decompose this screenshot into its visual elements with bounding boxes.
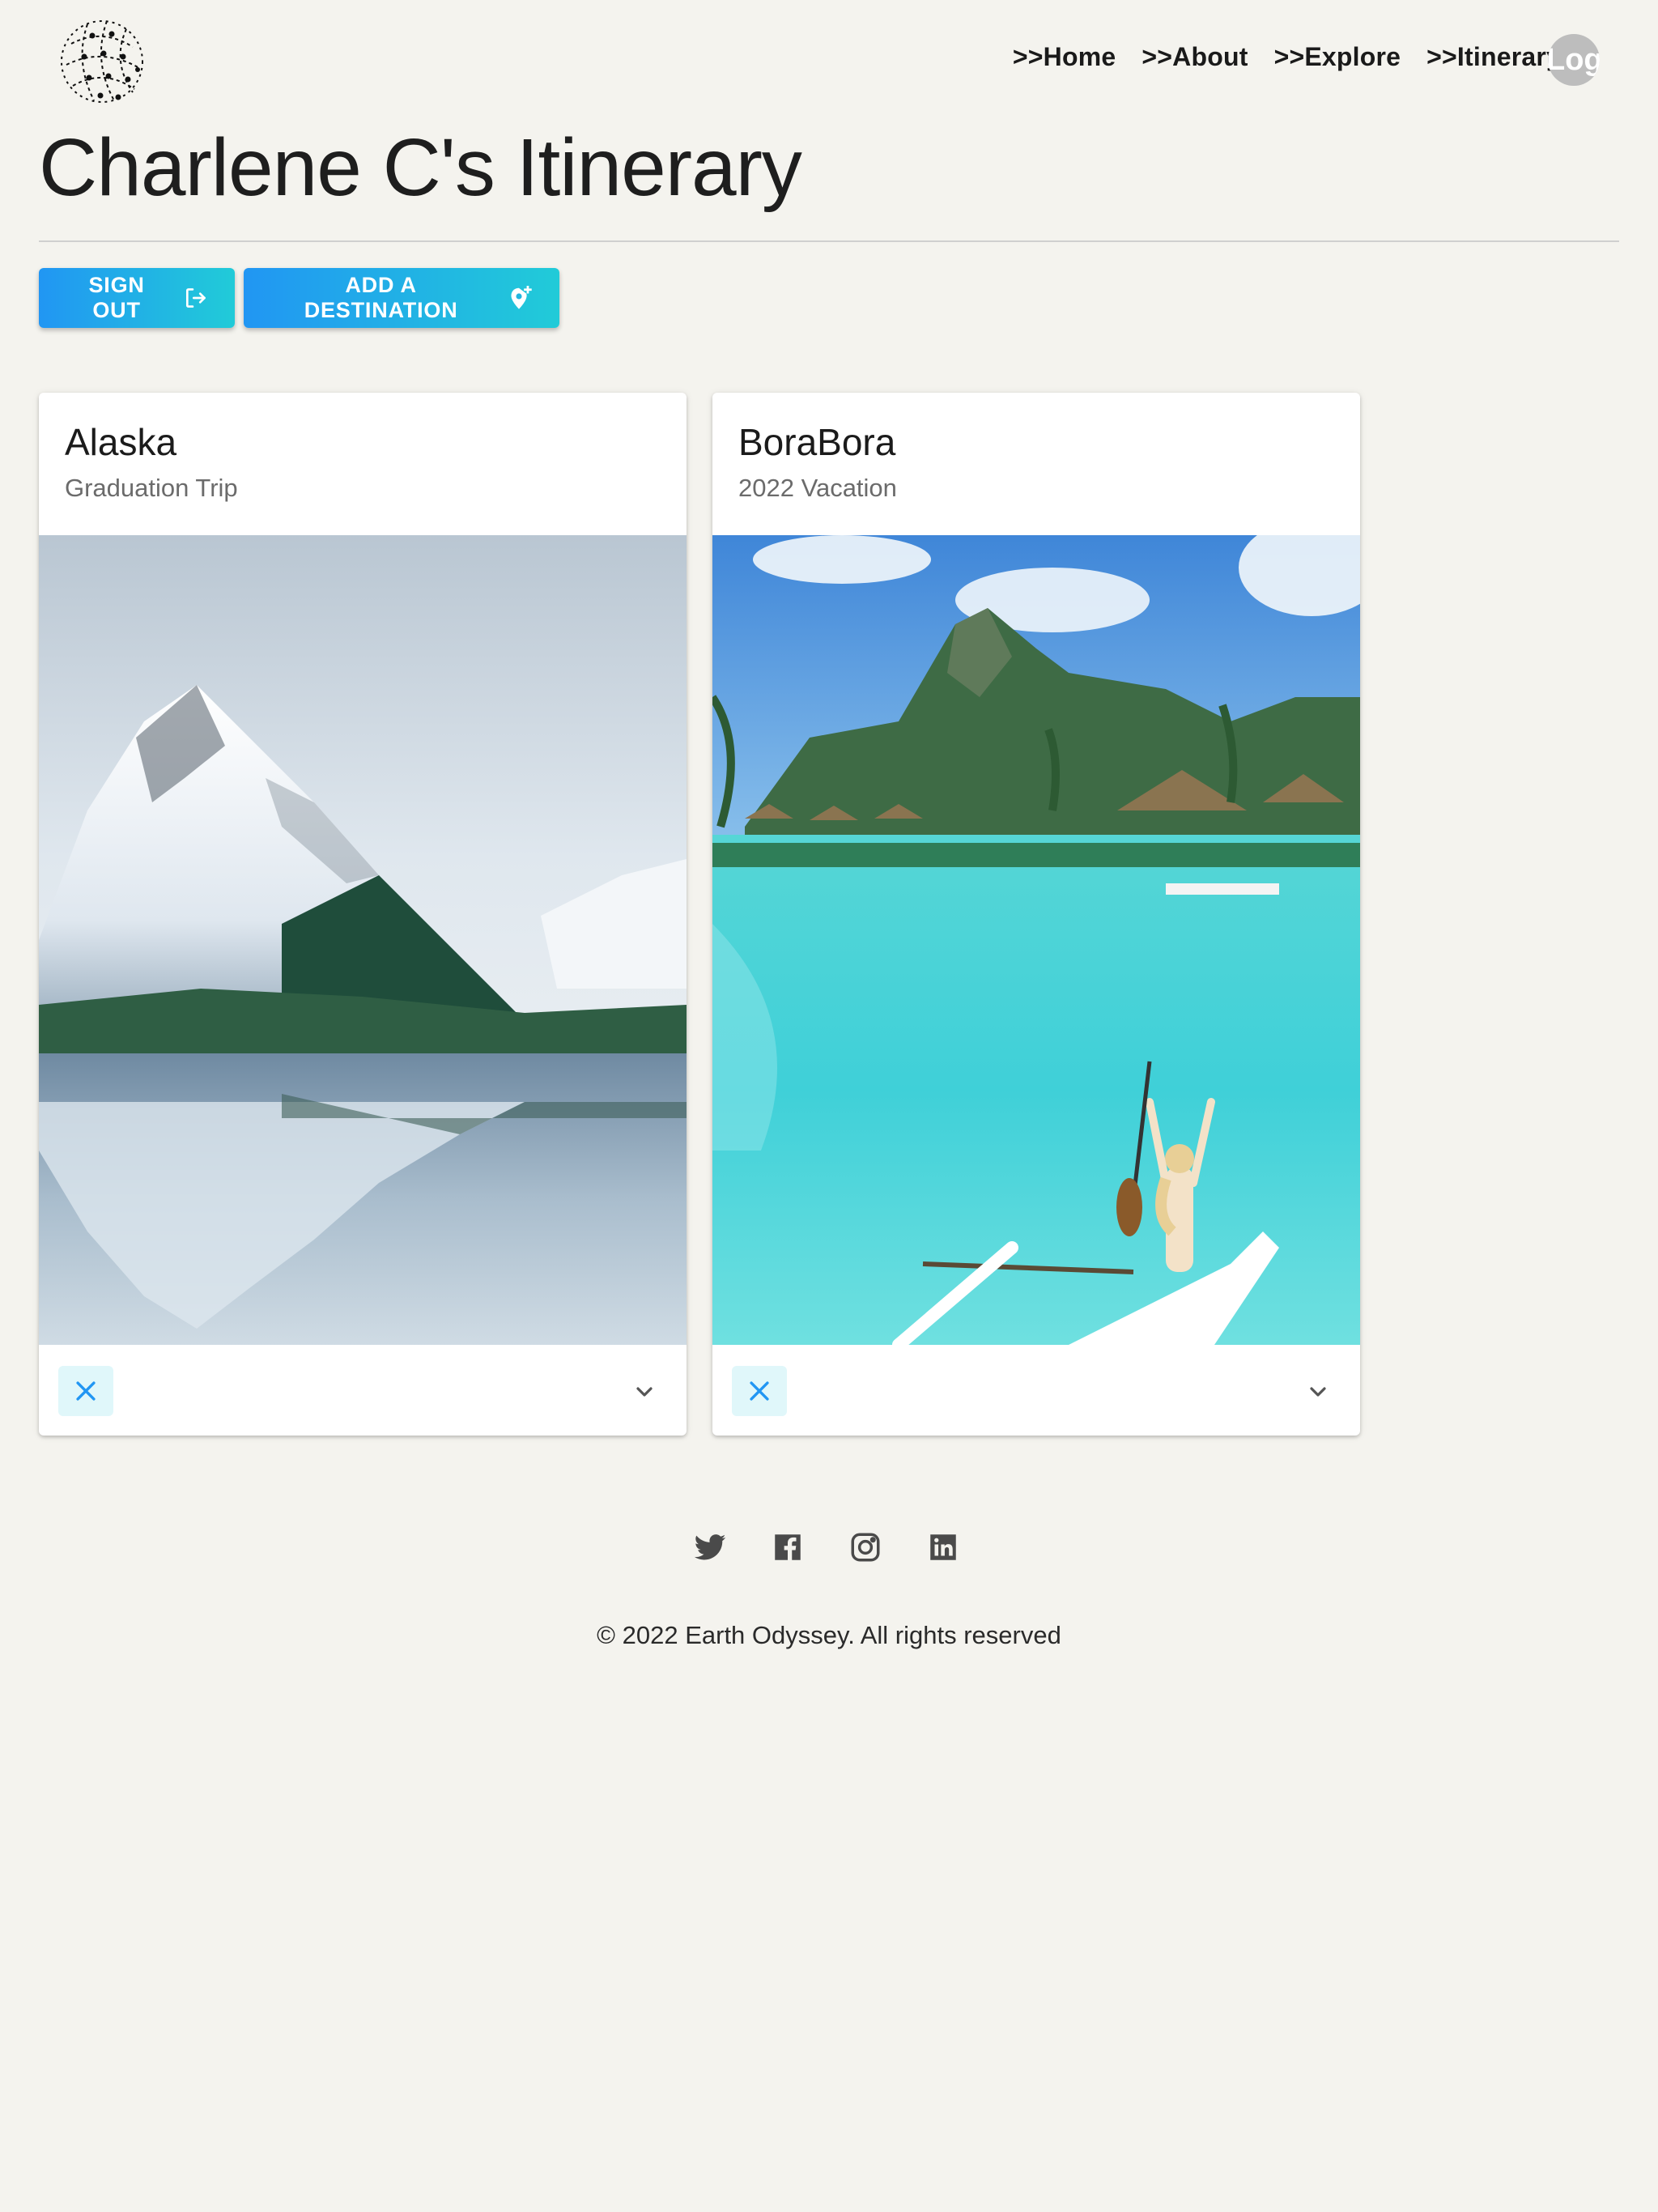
linkedin-icon[interactable] <box>926 1530 960 1564</box>
add-location-icon <box>511 285 532 309</box>
login-avatar[interactable]: Log <box>1548 34 1600 86</box>
card-actions <box>39 1345 687 1436</box>
expand-button[interactable] <box>1295 1369 1341 1414</box>
destination-subtitle: Graduation Trip <box>65 474 238 502</box>
remove-destination-button[interactable] <box>58 1366 113 1416</box>
destination-card: Alaska Graduation Trip <box>39 393 687 1436</box>
destination-subtitle: 2022 Vacation <box>738 474 897 502</box>
twitter-icon[interactable] <box>693 1530 727 1564</box>
sign-out-button[interactable]: SIGN OUT <box>39 268 235 328</box>
close-icon <box>76 1381 96 1401</box>
sign-out-label: SIGN OUT <box>88 273 145 322</box>
facebook-icon[interactable] <box>771 1530 805 1564</box>
logout-icon <box>186 288 206 308</box>
main-nav: >>Home >>About >>Explore >>Itinerary <box>1013 42 1561 72</box>
destination-title: BoraBora <box>738 421 896 463</box>
nav-itinerary[interactable]: >>Itinerary <box>1426 42 1561 72</box>
copyright-text: © 2022 Earth Odyssey. All rights reserve… <box>597 1621 1061 1649</box>
page-title: Charlene C's Itinerary <box>39 122 802 213</box>
remove-destination-button[interactable] <box>732 1366 787 1416</box>
destination-card: BoraBora 2022 Vacation <box>712 393 1360 1436</box>
snowy-mountain-lake-photo <box>39 535 687 1345</box>
chevron-down-icon <box>636 1387 653 1397</box>
expand-button[interactable] <box>622 1369 667 1414</box>
add-destination-label: ADD A DESTINATION <box>304 273 458 322</box>
nav-home[interactable]: >>Home <box>1013 42 1116 72</box>
avatar-text: Log <box>1548 42 1600 77</box>
social-links <box>693 1530 960 1564</box>
globe-logo[interactable] <box>55 11 152 112</box>
divider <box>39 240 1619 242</box>
tropical-lagoon-paddleboard-photo <box>712 535 1360 1345</box>
add-destination-button[interactable]: ADD A DESTINATION <box>244 268 559 328</box>
chevron-down-icon <box>1310 1387 1326 1397</box>
instagram-icon[interactable] <box>848 1530 882 1564</box>
nav-about[interactable]: >>About <box>1141 42 1248 72</box>
card-actions <box>712 1345 1360 1436</box>
destination-title: Alaska <box>65 421 177 463</box>
nav-explore[interactable]: >>Explore <box>1274 42 1401 72</box>
close-icon <box>750 1381 769 1401</box>
